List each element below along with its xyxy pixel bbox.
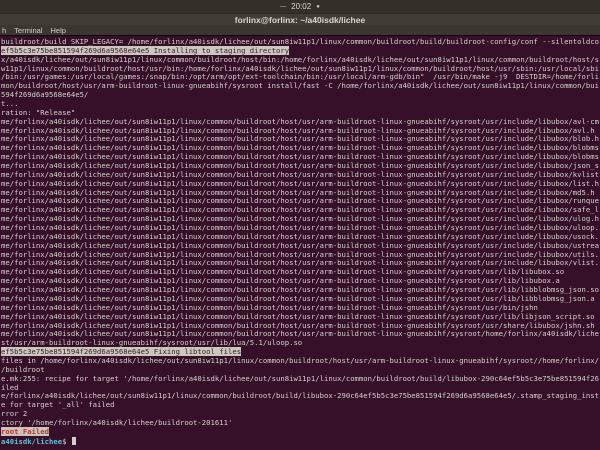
buildroot-status-message: ef5b5c3e75be851594f269d6a9568e64e5 Insta… bbox=[1, 46, 289, 55]
menu-item-terminal[interactable]: Terminal bbox=[14, 26, 42, 35]
menu-item-help[interactable]: Help bbox=[51, 26, 66, 35]
terminal-line: root Failed bbox=[1, 428, 600, 437]
terminal[interactable]: buildroot/build SKIP_LEGACY= /home/forli… bbox=[0, 35, 600, 450]
panel-right-indicator-icon[interactable]: ● bbox=[316, 4, 320, 10]
buildroot-status-message: ef5b5c3e75be851594f269d6a9568e64e5 Fixin… bbox=[1, 347, 241, 356]
build-failed-message: root Failed bbox=[1, 427, 49, 436]
terminal-line: t... bbox=[1, 100, 600, 109]
terminal-line: mon/buildroot/host/usr/arm-buildroot-lin… bbox=[1, 82, 600, 91]
terminal-line: 594f269d6a9568e64e5/ bbox=[1, 91, 600, 100]
prompt-path: a40isdk/lichee bbox=[1, 437, 62, 446]
prompt-dollar: $ bbox=[62, 437, 71, 446]
terminal-line: a40isdk/lichee$ bbox=[1, 437, 600, 446]
menu-item-search-partial[interactable]: h bbox=[2, 26, 6, 35]
terminal-line: ctory '/home/forlinx/a40isdk/lichee/buil… bbox=[1, 419, 600, 428]
window-title: forlinx@forlinx: ~/a40isdk/lichee bbox=[235, 15, 365, 25]
terminal-line: e for target '_all' failed bbox=[1, 401, 600, 410]
terminal-line: files in /home/forlinx/a40isdk/lichee/ou… bbox=[1, 357, 600, 366]
terminal-line: e.mk:255: recipe for target '/home/forli… bbox=[1, 375, 600, 384]
top-panel: — 20:02 ● bbox=[0, 0, 600, 13]
panel-left-indicator-icon[interactable]: — bbox=[280, 4, 286, 10]
panel-clock[interactable]: 20:02 bbox=[291, 2, 311, 11]
window-titlebar[interactable]: forlinx@forlinx: ~/a40isdk/lichee bbox=[0, 13, 600, 25]
menu-bar: h Terminal Help bbox=[0, 25, 600, 35]
terminal-cursor bbox=[72, 437, 76, 445]
